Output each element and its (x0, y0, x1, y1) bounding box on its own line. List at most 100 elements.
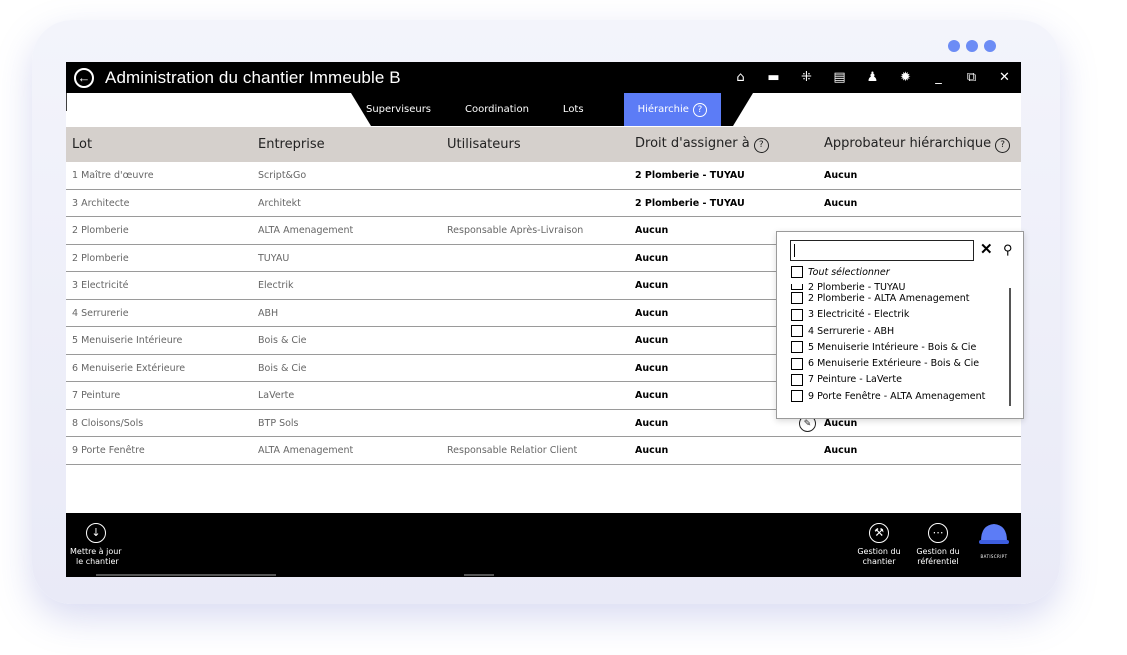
cell-droit[interactable]: Aucun (635, 272, 668, 299)
scroll-indicator (96, 574, 276, 576)
update-site-button[interactable]: ↓ Mettre à jour le chantier (70, 523, 122, 567)
reference-management-label-2: référentiel (917, 557, 959, 566)
dot-icon (966, 40, 978, 52)
table-row[interactable]: 3 Architecte Architekt 2 Plomberie - TUYAU… (66, 190, 1021, 217)
cell-entreprise: BTP Sols (258, 417, 299, 429)
reference-management-button[interactable]: ⋯ Gestion du référentiel (913, 523, 963, 567)
dropdown-search-input[interactable] (790, 240, 974, 261)
list-item-label: 3 Electricité - Electrik (808, 309, 910, 321)
tab-hierarchie-label: Hiérarchie (637, 104, 689, 115)
checkbox[interactable] (791, 373, 803, 386)
dropdown-scrollbar[interactable] (1009, 288, 1011, 406)
more-icon: ⋯ (928, 523, 948, 543)
cell-droit[interactable]: Aucun (635, 382, 668, 409)
cell-droit[interactable]: Aucun (635, 300, 668, 327)
dropdown-list: Tout sélectionner 2 Plomberie - TUYAU 2 … (791, 264, 1011, 414)
cell-droit[interactable]: Aucun (635, 437, 668, 464)
cell-droit[interactable]: 2 Plomberie - TUYAU (635, 190, 745, 217)
column-header-utilisateurs: Utilisateurs (447, 137, 521, 152)
user-icon[interactable]: ♟ (856, 62, 889, 93)
cell-entreprise: Architekt (258, 197, 301, 209)
help-icon[interactable]: ? (753, 137, 769, 153)
site-management-button[interactable]: ⚒ Gestion du chantier (856, 523, 902, 567)
helmet-icon (979, 524, 1009, 544)
table-header: Lot Entreprise Utilisateurs Droit d'assi… (66, 127, 1021, 162)
select-all-label: Tout sélectionner (808, 266, 890, 278)
checkbox[interactable] (791, 266, 803, 279)
clear-icon[interactable]: ✕ (980, 240, 993, 260)
cell-lot: 3 Electricité (72, 280, 129, 291)
window-dots (948, 40, 996, 52)
table-row[interactable]: 1 Maître d'œuvre Script&Go 2 Plomberie - T… (66, 162, 1021, 190)
list-item[interactable]: 3 Electricité - Electrik (791, 307, 1011, 323)
home-icon[interactable]: ⌂ (724, 62, 757, 93)
cell-entreprise: Bois & Cie (258, 335, 307, 346)
column-header-approbateur: Approbateur hiérarchique? (824, 136, 1011, 153)
cell-entreprise: LaVerte (258, 390, 295, 401)
select-all-item[interactable]: Tout sélectionner (791, 264, 1011, 280)
close-icon[interactable]: ✕ (988, 62, 1021, 93)
cell-entreprise: ALTA Amenagement (258, 445, 354, 456)
clipboard-icon[interactable]: ▤ (823, 62, 856, 93)
checkbox[interactable] (791, 341, 803, 354)
cell-droit[interactable]: 2 Plomberie - TUYAU (635, 162, 745, 189)
list-item[interactable]: 2 Plomberie - TUYAU (791, 280, 1011, 291)
folder-icon[interactable]: ▬ (757, 62, 790, 93)
worker-icon: ⚒ (869, 523, 889, 543)
cell-droit[interactable]: Aucun (635, 327, 668, 354)
dot-icon (948, 40, 960, 52)
gear-icon[interactable]: ✹ (889, 62, 922, 93)
list-item[interactable]: 2 Plomberie - ALTA Amenagement (791, 290, 1011, 306)
checkbox[interactable] (791, 325, 803, 338)
list-item[interactable]: 6 Menuiserie Extérieure - Bois & Cie (791, 355, 1011, 371)
column-header-entreprise: Entreprise (258, 137, 325, 152)
list-item-label: 7 Peinture - LaVerte (808, 374, 902, 386)
cell-droit[interactable]: Aucun (635, 217, 668, 244)
grid-icon[interactable]: ⁜ (790, 62, 823, 93)
checkbox[interactable] (791, 292, 803, 305)
tab-lots[interactable]: Lots (563, 104, 584, 115)
help-icon[interactable]: ? (692, 102, 707, 117)
cell-droit[interactable]: Aucun (635, 355, 668, 382)
tab-coordination[interactable]: Coordination (465, 104, 529, 115)
cell-utilisateurs: Responsable Après-Livraison (447, 225, 584, 236)
tab-superviseurs[interactable]: Superviseurs (366, 104, 431, 115)
title-toolbar: ⌂ ▬ ⁜ ▤ ♟ ✹ _ ⧉ ✕ (724, 62, 1021, 93)
cell-entreprise: Script&Go (258, 170, 307, 181)
tabs: Superviseurs Coordination Lots Hiérarchi… (366, 93, 721, 126)
table-row[interactable]: 9 Porte Fenêtre ALTA Amenagement Responsab… (66, 437, 1021, 465)
cell-approbateur[interactable]: Aucun (824, 162, 857, 189)
cell-lot: 6 Menuiserie Extérieure (72, 362, 186, 374)
column-header-lot: Lot (72, 137, 93, 152)
tab-hierarchie[interactable]: Hiérarchie ? (623, 93, 721, 126)
restore-icon[interactable]: ⧉ (955, 62, 988, 93)
column-header-droit-label: Droit d'assigner à (635, 136, 750, 152)
back-arrow-icon[interactable]: ← (74, 67, 94, 88)
dot-icon (984, 40, 996, 52)
bottom-app-bar: ↓ Mettre à jour le chantier ⚒ Gestion du… (66, 513, 1021, 577)
list-item[interactable]: 5 Menuiserie Intérieure - Bois & Cie (791, 339, 1011, 355)
cell-lot: 9 Porte Fenêtre (72, 445, 145, 456)
cell-entreprise: TUYAU (258, 252, 290, 264)
cell-droit[interactable]: Aucun (635, 410, 668, 437)
list-item[interactable]: 9 Porte Fenêtre - ALTA Amenagement (791, 388, 1011, 404)
checkbox[interactable] (791, 357, 803, 370)
brand-logo: BATISCRIPT (968, 521, 1020, 562)
checkbox[interactable] (791, 308, 803, 321)
cell-lot: 7 Peinture (72, 390, 121, 401)
cell-entreprise: ABH (258, 307, 279, 319)
tab-bar: Superviseurs Coordination Lots Hiérarchi… (66, 93, 1021, 126)
minimize-icon[interactable]: _ (922, 62, 955, 93)
cell-approbateur[interactable]: Aucun (824, 190, 857, 217)
column-header-approbateur-label: Approbateur hiérarchique (824, 136, 992, 152)
site-management-label-2: chantier (862, 557, 896, 566)
help-icon[interactable]: ? (995, 137, 1011, 153)
cell-approbateur[interactable]: Aucun (824, 437, 857, 464)
cell-droit[interactable]: Aucun (635, 245, 668, 272)
checkbox[interactable] (791, 390, 803, 403)
search-icon[interactable]: ⚲ (1003, 240, 1013, 260)
list-item[interactable]: 4 Serrurerie - ABH (791, 323, 1011, 339)
list-item[interactable]: 7 Peinture - LaVerte (791, 372, 1011, 388)
site-management-label: Gestion du (857, 547, 901, 556)
cell-lot: 5 Menuiserie Intérieure (72, 335, 183, 346)
